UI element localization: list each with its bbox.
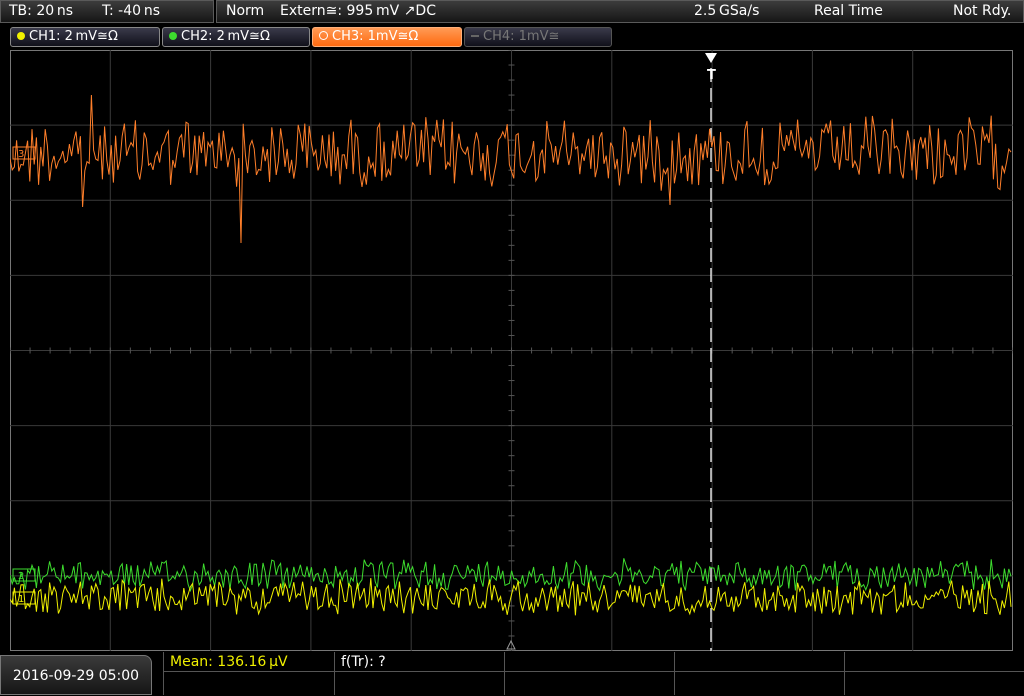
measurement-cell-1[interactable]: Mean: 136.16 µV: [163, 652, 335, 695]
mean-measurement: Mean: 136.16 µV: [170, 654, 288, 670]
ch1-marker-label: 1: [18, 594, 24, 605]
channel-4-off-icon: [471, 35, 479, 37]
channel-4-button[interactable]: CH4: 1mV≅: [464, 27, 612, 47]
channel-2-button[interactable]: CH2: 2 mV≅Ω: [162, 27, 310, 47]
status-label: Not Rdy.: [953, 3, 1012, 19]
sample-rate-label: 2.5 GSa/s: [694, 3, 760, 19]
acquisition-mode-label: Real Time: [814, 3, 883, 19]
channel-3-label: CH3: 1mV≅Ω: [332, 29, 419, 44]
frequency-measurement: f(Tr): ?: [341, 654, 386, 670]
datetime-label: 2016-09-29 05:00: [12, 668, 140, 684]
trigger-mode-label: Norm: [226, 3, 265, 19]
channel-1-button[interactable]: CH1: 2 mV≅Ω: [10, 27, 160, 47]
channel-4-label: CH4: 1mV≅: [483, 29, 560, 44]
ch3-marker-label: 3: [18, 149, 24, 160]
channel-3-dot-icon: [319, 31, 328, 40]
channel-1-dot-icon: [17, 32, 25, 40]
channel-2-dot-icon: [169, 32, 177, 40]
measurement-divider: [163, 671, 1024, 672]
measurement-cell-4[interactable]: [675, 652, 845, 695]
channel-1-label: CH1: 2 mV≅Ω: [29, 29, 118, 44]
ch2-marker-label: 2: [18, 571, 24, 582]
trigger-offset-label: T: -40 ns: [102, 3, 161, 19]
measurement-cell-5[interactable]: [845, 652, 1024, 695]
measurement-cell-3[interactable]: [505, 652, 675, 695]
waveform-display[interactable]: T 3 2 1: [10, 50, 1013, 651]
trigger-marker-label: T: [707, 68, 716, 83]
channel-3-button[interactable]: CH3: 1mV≅Ω: [312, 27, 462, 47]
trigger-panel[interactable]: Norm Extern≅: 995 mV ↗DC 2.5 GSa/s Real …: [216, 0, 1024, 23]
timebase-label: TB: 20 ns: [9, 3, 74, 19]
datetime-panel[interactable]: 2016-09-29 05:00: [0, 655, 152, 695]
channel-2-label: CH2: 2 mV≅Ω: [181, 29, 270, 44]
measurement-cell-2[interactable]: f(Tr): ?: [335, 652, 505, 695]
timebase-panel[interactable]: TB: 20 ns T: -40 ns: [0, 0, 214, 23]
trigger-source-label: Extern≅: 995 mV ↗DC: [280, 3, 436, 19]
